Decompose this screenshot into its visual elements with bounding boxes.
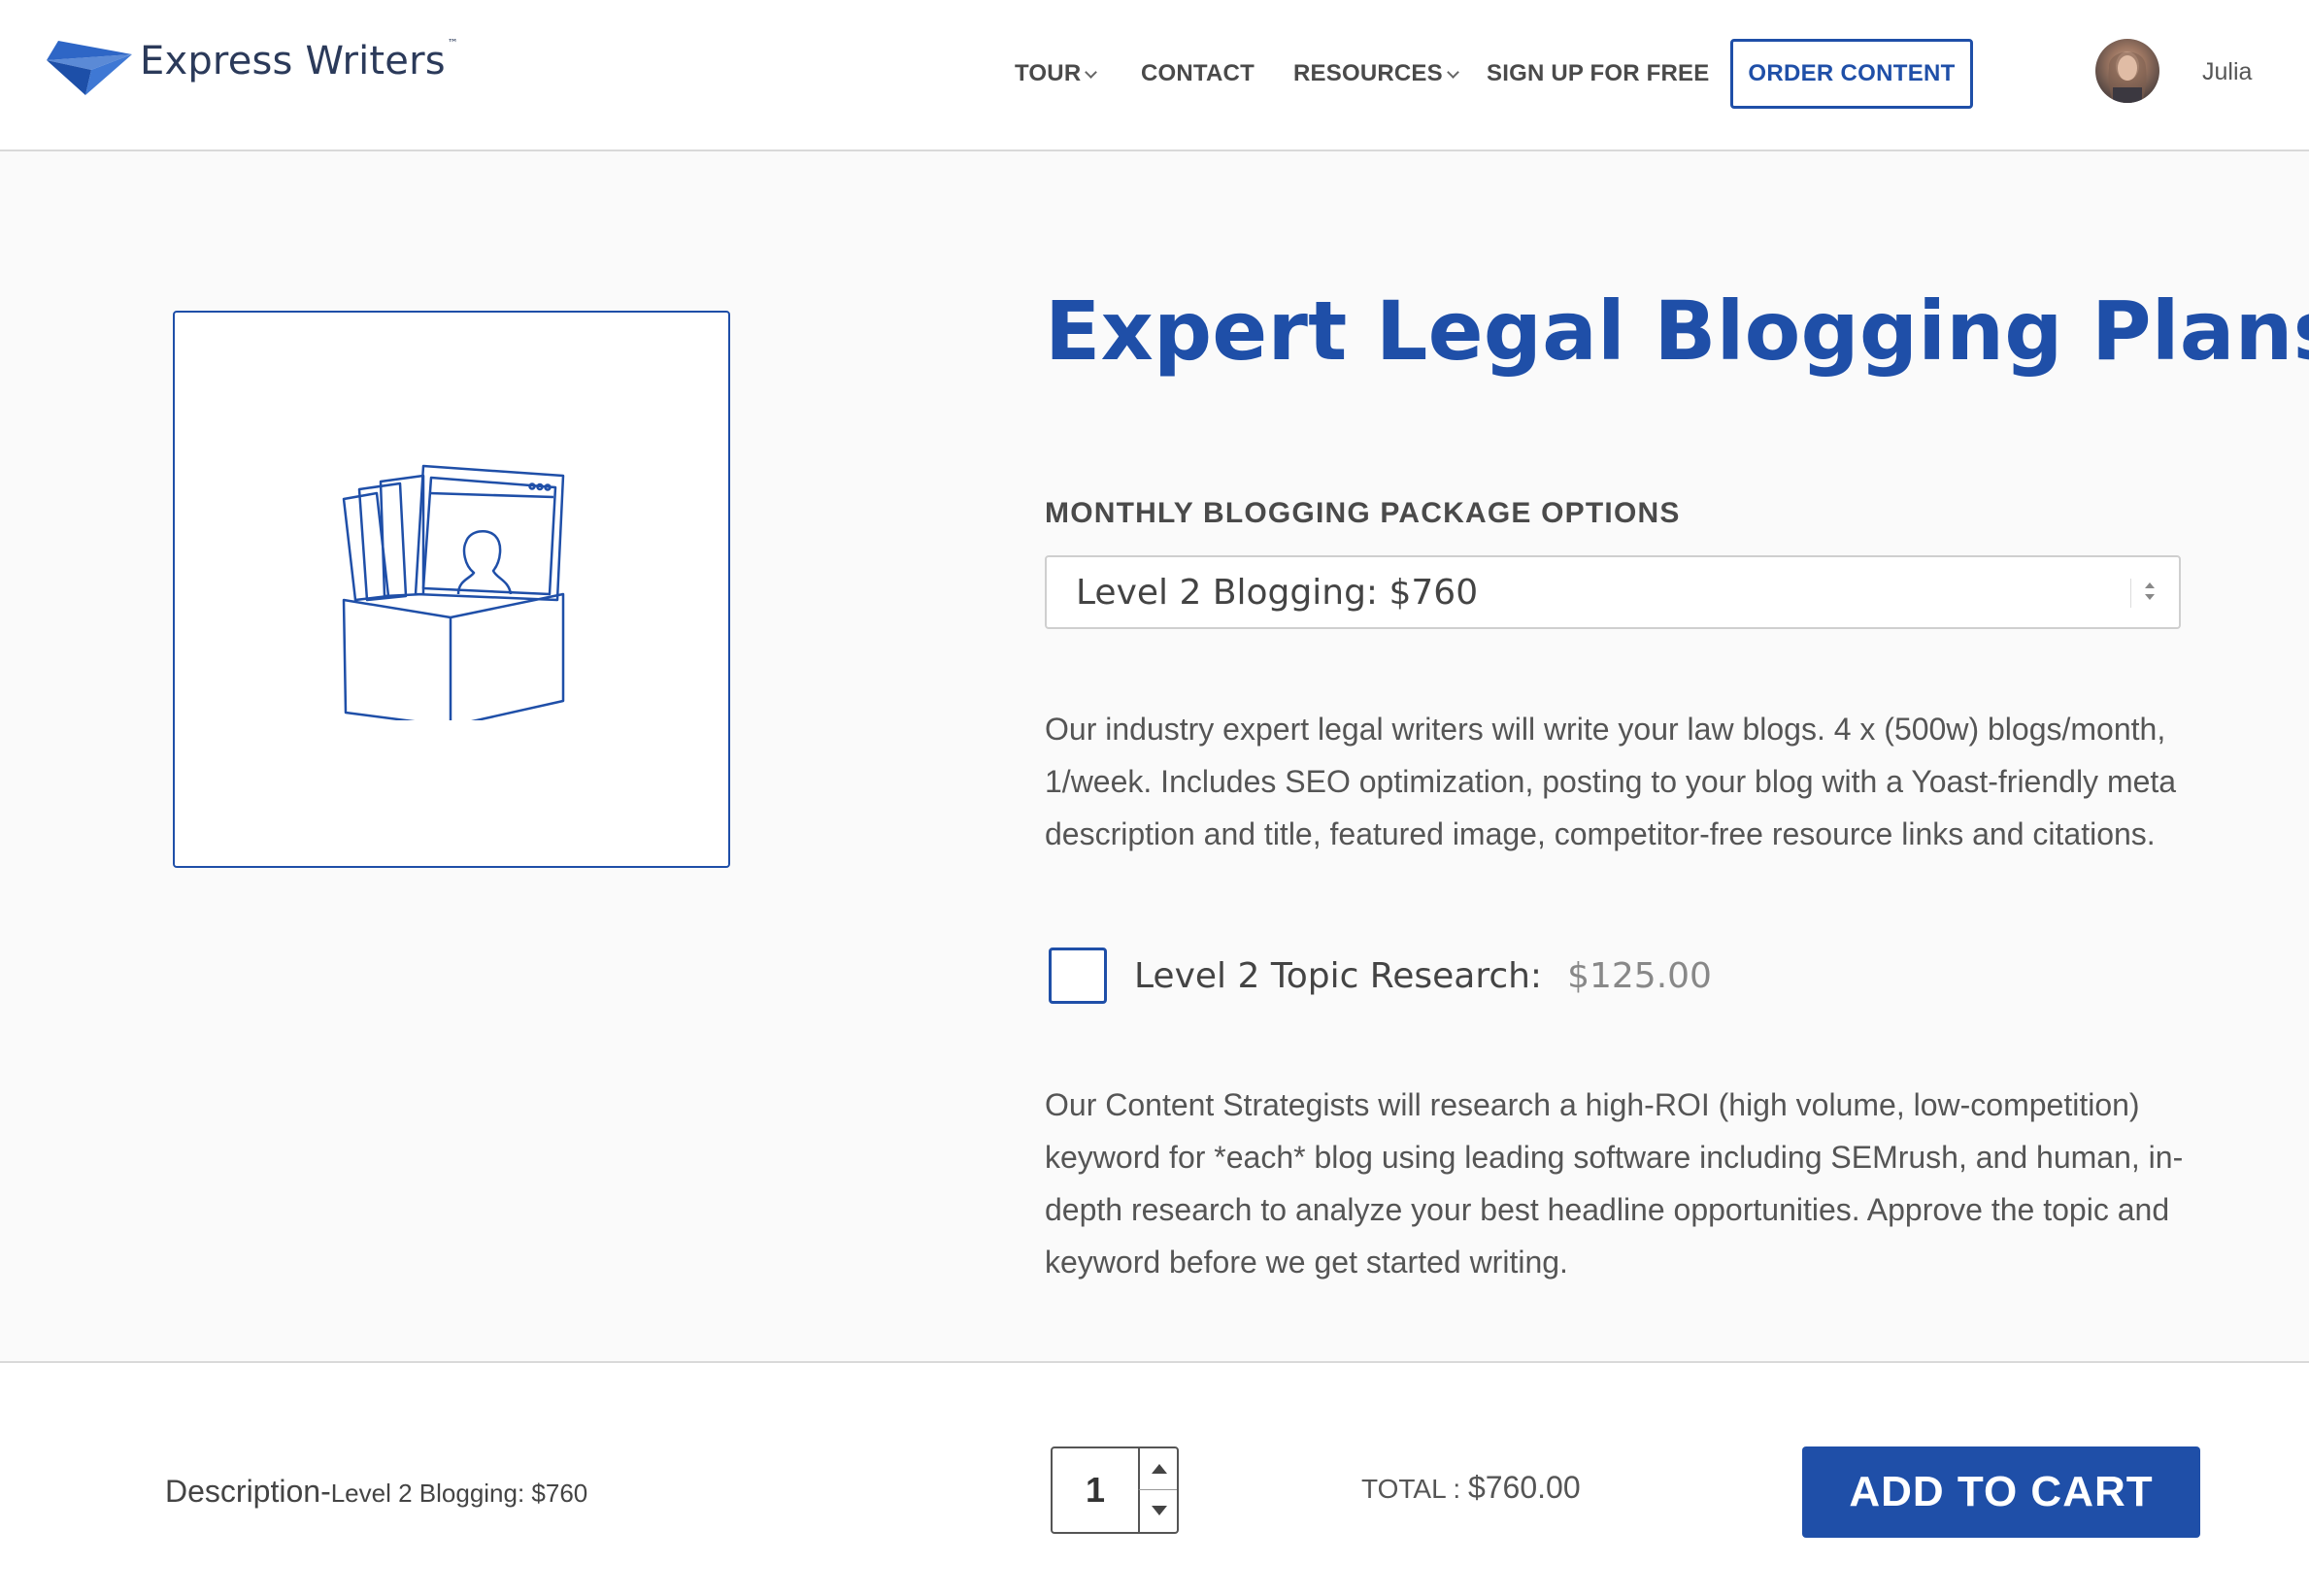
user-name[interactable]: Julia xyxy=(2202,58,2252,86)
nav-item-resources[interactable]: RESOURCES xyxy=(1293,60,1459,87)
package-select[interactable]: Level 2 Blogging: $760 xyxy=(1045,555,2181,629)
page-title: Expert Legal Blogging Plans xyxy=(1045,283,2309,379)
order-content-button[interactable]: ORDER CONTENT xyxy=(1730,39,1973,109)
chevron-down-icon xyxy=(1085,65,1098,79)
package-select-value: Level 2 Blogging: $760 xyxy=(1076,572,1479,613)
nav-item-sign-up[interactable]: SIGN UP FOR FREE xyxy=(1487,60,1709,87)
quantity-stepper[interactable]: 1 xyxy=(1051,1446,1179,1534)
quantity-input[interactable]: 1 xyxy=(1053,1448,1138,1532)
site-header: Express Writers ™ TOUR CONTACT RESOURCES … xyxy=(0,0,2309,151)
avatar-image xyxy=(2108,51,2147,103)
add-to-cart-button[interactable]: ADD TO CART xyxy=(1802,1446,2200,1538)
box-of-documents-icon xyxy=(342,464,565,720)
package-options-label: MONTHLY BLOGGING PACKAGE OPTIONS xyxy=(1045,497,1681,529)
cart-total: TOTAL : $760.00 xyxy=(1361,1470,1581,1505)
product-image xyxy=(173,311,730,868)
addon-description: Our Content Strategists will research a … xyxy=(1045,1087,2184,1280)
chevron-down-icon xyxy=(1446,65,1459,79)
package-description: Our industry expert legal writers will w… xyxy=(1045,712,2177,851)
addon-label: Level 2 Topic Research: xyxy=(1134,955,1543,996)
topic-research-checkbox[interactable] xyxy=(1049,948,1107,1004)
quantity-decrease-icon[interactable] xyxy=(1138,1490,1177,1532)
nav-item-contact[interactable]: CONTACT xyxy=(1141,60,1255,87)
user-avatar[interactable] xyxy=(2095,39,2159,103)
addon-price: $125.00 xyxy=(1567,955,1712,996)
topic-research-addon: Level 2 Topic Research: $125.00 xyxy=(1049,948,1712,1004)
cart-description: Description-Level 2 Blogging: $760 xyxy=(165,1474,588,1509)
select-arrows-icon xyxy=(2130,579,2155,608)
quantity-increase-icon[interactable] xyxy=(1138,1448,1177,1490)
nav-item-tour[interactable]: TOUR xyxy=(1015,60,1098,87)
cart-bar: Description-Level 2 Blogging: $760 1 TOT… xyxy=(0,1361,2309,1596)
